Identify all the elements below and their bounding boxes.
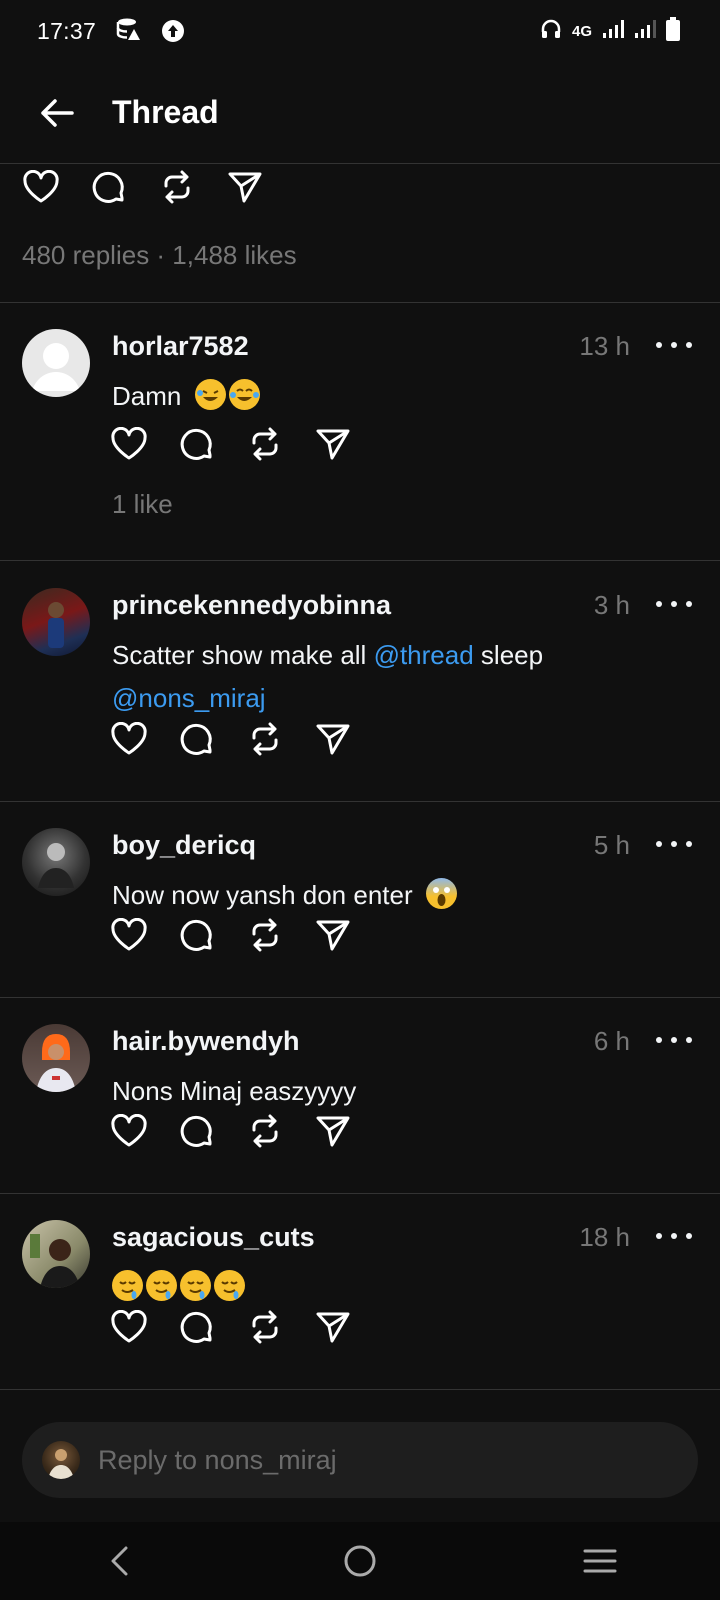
reply-text: Scatter show make all @thread sleep @non… (112, 634, 672, 720)
reply-username[interactable]: hair.bywendyh (112, 1026, 300, 1057)
reply-actions (110, 1308, 352, 1346)
network-type-label: 4G (571, 22, 592, 40)
repost-icon[interactable] (246, 425, 284, 463)
drooling-face-emoji (180, 1270, 211, 1301)
data-saver-icon (116, 17, 142, 46)
nav-home-icon[interactable] (330, 1531, 390, 1591)
reply-time: 6 h (593, 1026, 630, 1056)
avatar[interactable] (22, 828, 90, 896)
reply-time: 18 h (579, 1222, 630, 1252)
comment-bubble-icon[interactable] (178, 916, 216, 954)
avatar[interactable] (22, 1024, 90, 1092)
like-heart-icon[interactable] (110, 720, 148, 758)
system-nav-bar (0, 1522, 720, 1600)
reply-username[interactable]: horlar7582 (112, 331, 249, 362)
reply-item: horlar7582 13 h Damn 1 like (0, 303, 720, 561)
drooling-face-emoji (214, 1270, 245, 1301)
mention-link[interactable]: @thread (374, 640, 474, 670)
mention-link[interactable]: @nons_miraj (112, 683, 266, 713)
upload-icon (162, 20, 185, 42)
repost-icon[interactable] (246, 1112, 284, 1150)
reply-text: Now now yansh don enter (112, 874, 672, 917)
comment-bubble-icon[interactable] (90, 168, 128, 206)
like-heart-icon[interactable] (110, 425, 148, 463)
reply-text-content: Scatter show make all (112, 640, 374, 670)
headphones-icon (540, 18, 562, 45)
nav-menu-icon[interactable] (570, 1531, 630, 1591)
reply-time: 3 h (593, 590, 630, 620)
battery-icon (666, 16, 680, 46)
more-options-icon[interactable] (656, 834, 692, 854)
share-send-icon[interactable] (314, 1308, 352, 1346)
repost-icon[interactable] (246, 916, 284, 954)
post-actions (22, 168, 264, 206)
more-options-icon[interactable] (656, 1226, 692, 1246)
share-send-icon[interactable] (314, 916, 352, 954)
like-heart-icon[interactable] (110, 916, 148, 954)
app-header: Thread (0, 62, 720, 164)
reply-actions (110, 916, 352, 954)
tears-of-joy-emoji (228, 379, 260, 410)
avatar[interactable] (22, 1220, 90, 1288)
reply-text: Nons Minaj easzyyyy (112, 1076, 357, 1106)
reply-text-content: Damn (112, 381, 182, 411)
repost-icon[interactable] (158, 168, 196, 206)
reply-text: Damn (112, 375, 672, 418)
reply-composer[interactable] (22, 1422, 698, 1498)
reply-item: princekennedyobinna 3 h Scatter show mak… (0, 562, 720, 802)
like-heart-icon[interactable] (110, 1112, 148, 1150)
face-screaming-in-fear-emoji (425, 878, 457, 909)
rolling-on-floor-laughing-emoji (194, 379, 226, 410)
comment-bubble-icon[interactable] (178, 425, 216, 463)
more-options-icon[interactable] (656, 1030, 692, 1050)
comment-bubble-icon[interactable] (178, 1112, 216, 1150)
reply-actions (110, 425, 352, 463)
drooling-face-emoji (146, 1270, 177, 1301)
reply-text-content: sleep (473, 640, 544, 670)
reply-input[interactable] (98, 1444, 658, 1476)
more-options-icon[interactable] (656, 594, 692, 614)
like-heart-icon[interactable] (110, 1308, 148, 1346)
reply-time: 5 h (593, 830, 630, 860)
like-heart-icon[interactable] (22, 168, 60, 206)
share-send-icon[interactable] (314, 1112, 352, 1150)
avatar-placeholder[interactable] (22, 329, 90, 397)
nav-back-icon[interactable] (90, 1531, 150, 1591)
reply-time: 13 h (579, 331, 630, 361)
signal-strength-icon-2 (634, 19, 656, 44)
repost-icon[interactable] (246, 720, 284, 758)
reply-username[interactable]: sagacious_cuts (112, 1222, 315, 1253)
share-send-icon[interactable] (226, 168, 264, 206)
reply-item: hair.bywendyh 6 h Nons Minaj easzyyyy (0, 998, 720, 1194)
current-user-avatar (42, 1441, 80, 1479)
reply-like-count[interactable]: 1 like (112, 489, 173, 520)
page-title: Thread (112, 94, 219, 130)
reply-actions (110, 1112, 352, 1150)
drooling-face-emoji (112, 1270, 143, 1301)
avatar[interactable] (22, 588, 90, 656)
reply-text-content: Now now yansh don enter (112, 880, 413, 910)
share-send-icon[interactable] (314, 720, 352, 758)
reply-username[interactable]: boy_dericq (112, 830, 256, 861)
reply-item: sagacious_cuts 18 h (0, 1194, 720, 1390)
share-send-icon[interactable] (314, 425, 352, 463)
back-arrow-icon[interactable] (37, 93, 77, 133)
status-bar: 17:37 4G (0, 0, 720, 62)
more-options-icon[interactable] (656, 335, 692, 355)
reply-text (112, 1266, 672, 1309)
status-time: 17:37 (37, 17, 97, 44)
signal-strength-icon (602, 19, 624, 44)
comment-bubble-icon[interactable] (178, 1308, 216, 1346)
reply-item: boy_dericq 5 h Now now yansh don enter (0, 802, 720, 998)
reply-username[interactable]: princekennedyobinna (112, 590, 391, 621)
post-stats[interactable]: 480 replies · 1,488 likes (22, 240, 297, 271)
repost-icon[interactable] (246, 1308, 284, 1346)
reply-actions (110, 720, 352, 758)
comment-bubble-icon[interactable] (178, 720, 216, 758)
